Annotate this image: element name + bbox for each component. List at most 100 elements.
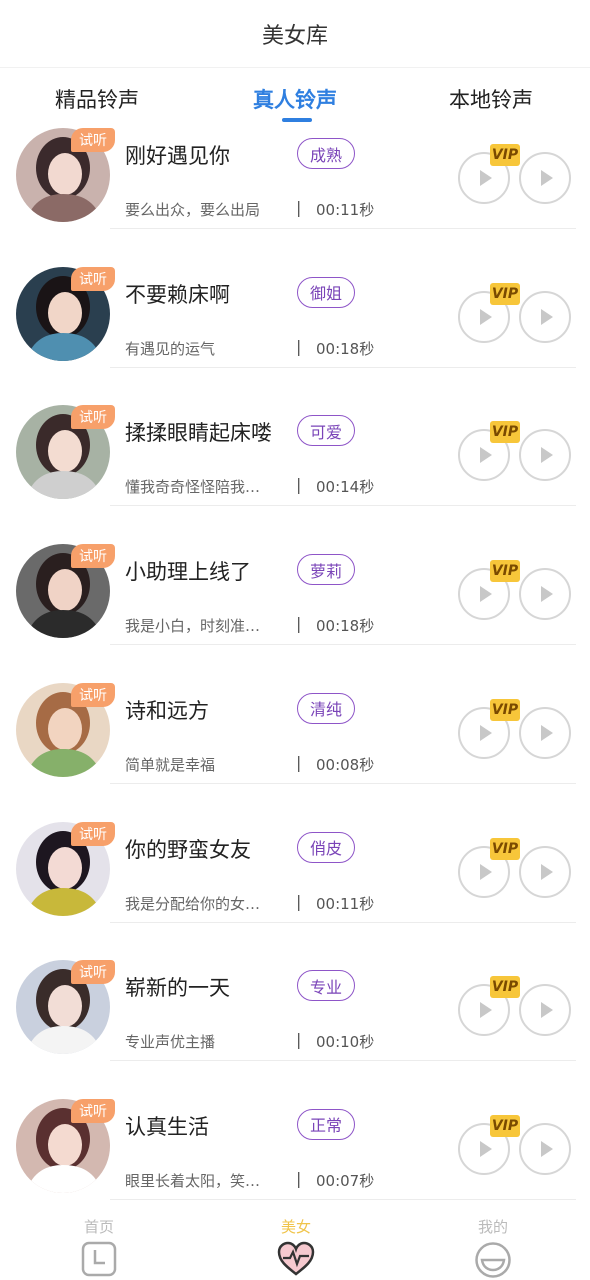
play-icon bbox=[480, 308, 492, 325]
trial-badge: 试听 bbox=[71, 821, 115, 846]
duration: 00:10秒 bbox=[316, 1033, 375, 1052]
ringtone-description: 懂我奇奇怪怪陪我… bbox=[125, 478, 261, 497]
duration: 00:18秒 bbox=[316, 617, 375, 636]
play-icon bbox=[541, 170, 553, 186]
trial-badge: 试听 bbox=[71, 960, 115, 985]
duration: 00:07秒 bbox=[316, 1171, 375, 1190]
play-button[interactable] bbox=[519, 706, 571, 759]
style-tag: 御姐 bbox=[297, 276, 355, 308]
separator: | bbox=[296, 891, 302, 911]
vip-badge: VIP bbox=[490, 282, 520, 305]
nav-mine[interactable]: 我的 bbox=[453, 1216, 533, 1279]
play-icon bbox=[480, 586, 492, 603]
ringtone-title: 小助理上线了 bbox=[125, 560, 251, 585]
tab-local-ringtones[interactable]: 本地铃声 bbox=[449, 84, 533, 114]
ringtone-title: 刚好遇见你 bbox=[125, 144, 230, 168]
play-icon bbox=[541, 586, 553, 603]
home-clock-icon bbox=[81, 1241, 117, 1277]
style-tag: 清纯 bbox=[297, 692, 355, 724]
vip-badge: VIP bbox=[490, 837, 520, 860]
play-button[interactable] bbox=[519, 429, 571, 482]
trial-badge: 试听 bbox=[71, 682, 115, 707]
separator: | bbox=[296, 336, 302, 356]
active-tab-indicator bbox=[282, 118, 312, 122]
ringtone-title: 认真生活 bbox=[125, 1114, 209, 1139]
play-button[interactable] bbox=[519, 290, 571, 343]
play-icon bbox=[480, 170, 492, 186]
ringtone-description: 我是分配给你的女… bbox=[125, 894, 261, 913]
page-title: 美女库 bbox=[261, 23, 328, 49]
style-tag: 俏皮 bbox=[297, 831, 355, 863]
app-header: 美女库 bbox=[0, 0, 590, 68]
style-tag: 专业 bbox=[297, 970, 355, 1002]
row-divider bbox=[110, 921, 576, 923]
ringtone-description: 有遇见的运气 bbox=[125, 339, 216, 358]
vip-badge: VIP bbox=[490, 144, 520, 166]
list-item[interactable]: 试听 崭新的一天 专业 专业声优主播 | 00:10秒 VIP bbox=[0, 960, 590, 1099]
play-button[interactable] bbox=[519, 152, 571, 204]
trial-badge: 试听 bbox=[71, 266, 115, 291]
style-tag: 成熟 bbox=[297, 138, 355, 169]
play-icon bbox=[480, 447, 492, 464]
nav-beauty-label: 美女 bbox=[280, 1218, 311, 1236]
ringtone-title: 揉揉眼睛起床喽 bbox=[125, 421, 272, 446]
play-icon bbox=[480, 724, 492, 741]
play-icon bbox=[480, 1140, 492, 1157]
duration: 00:11秒 bbox=[316, 894, 375, 913]
play-icon bbox=[541, 863, 553, 880]
row-divider bbox=[110, 505, 576, 507]
row-divider bbox=[110, 366, 576, 368]
trial-badge: 试听 bbox=[71, 1098, 115, 1123]
play-button[interactable] bbox=[519, 984, 571, 1037]
play-icon bbox=[480, 863, 492, 880]
duration: 00:11秒 bbox=[316, 201, 375, 219]
nav-mine-label: 我的 bbox=[477, 1218, 508, 1236]
separator: | bbox=[296, 1030, 302, 1050]
nav-beauty[interactable]: 美女 bbox=[256, 1216, 336, 1277]
tab-premium-ringtones[interactable]: 精品铃声 bbox=[55, 84, 139, 114]
ringtone-description: 眼里长着太阳，笑… bbox=[125, 1171, 261, 1190]
separator: | bbox=[296, 614, 302, 634]
ringtone-title: 不要赖床啊 bbox=[125, 282, 230, 307]
play-button[interactable] bbox=[519, 1122, 571, 1175]
duration: 00:08秒 bbox=[316, 755, 375, 774]
play-icon bbox=[480, 1002, 492, 1019]
style-tag: 正常 bbox=[297, 1108, 355, 1140]
vip-badge: VIP bbox=[490, 698, 520, 721]
row-divider bbox=[110, 228, 576, 229]
list-item[interactable]: 试听 你的野蛮女友 俏皮 我是分配给你的女… | 00:11秒 VIP bbox=[0, 821, 590, 961]
ringtone-description: 我是小白，时刻准… bbox=[125, 617, 261, 636]
play-button[interactable] bbox=[519, 568, 571, 621]
smile-face-icon bbox=[475, 1242, 511, 1278]
list-item[interactable]: 试听 小助理上线了 萝莉 我是小白，时刻准… | 00:18秒 VIP bbox=[0, 544, 590, 683]
separator: | bbox=[296, 475, 302, 495]
ringtone-description: 要么出众，要么出局 bbox=[125, 201, 261, 219]
play-icon bbox=[541, 1140, 553, 1157]
vip-badge: VIP bbox=[490, 1114, 520, 1137]
tab-real-person-ringtones[interactable]: 真人铃声 bbox=[253, 84, 337, 114]
ringtone-title: 你的野蛮女友 bbox=[125, 837, 251, 862]
bottom-navigation: 首页 美女 我的 bbox=[0, 1208, 590, 1280]
style-tag: 萝莉 bbox=[297, 554, 355, 586]
ringtone-description: 简单就是幸福 bbox=[125, 755, 216, 774]
separator: | bbox=[296, 198, 302, 217]
row-divider bbox=[110, 644, 576, 646]
ringtone-title: 崭新的一天 bbox=[125, 976, 230, 1001]
duration: 00:18秒 bbox=[316, 339, 375, 358]
separator: | bbox=[296, 752, 302, 772]
play-button[interactable] bbox=[519, 845, 571, 898]
trial-badge: 试听 bbox=[71, 128, 115, 152]
heart-pulse-icon bbox=[277, 1241, 315, 1276]
ringtone-title: 诗和远方 bbox=[125, 698, 209, 723]
play-icon bbox=[541, 447, 553, 464]
play-icon bbox=[541, 1002, 553, 1019]
list-item[interactable]: 试听 刚好遇见你 成熟 要么出众，要么出局 | 00:11秒 VIP bbox=[0, 128, 590, 267]
trial-badge: 试听 bbox=[71, 544, 115, 569]
list-item[interactable]: 试听 诗和远方 清纯 简单就是幸福 | 00:08秒 VIP bbox=[0, 682, 590, 822]
style-tag: 可爱 bbox=[297, 415, 355, 447]
row-divider bbox=[110, 782, 576, 784]
list-item[interactable]: 试听 揉揉眼睛起床喽 可爱 懂我奇奇怪怪陪我… | 00:14秒 VIP bbox=[0, 405, 590, 544]
list-item[interactable]: 试听 不要赖床啊 御姐 有遇见的运气 | 00:18秒 VIP bbox=[0, 266, 590, 406]
nav-home[interactable]: 首页 bbox=[59, 1216, 139, 1277]
play-icon bbox=[541, 308, 553, 325]
